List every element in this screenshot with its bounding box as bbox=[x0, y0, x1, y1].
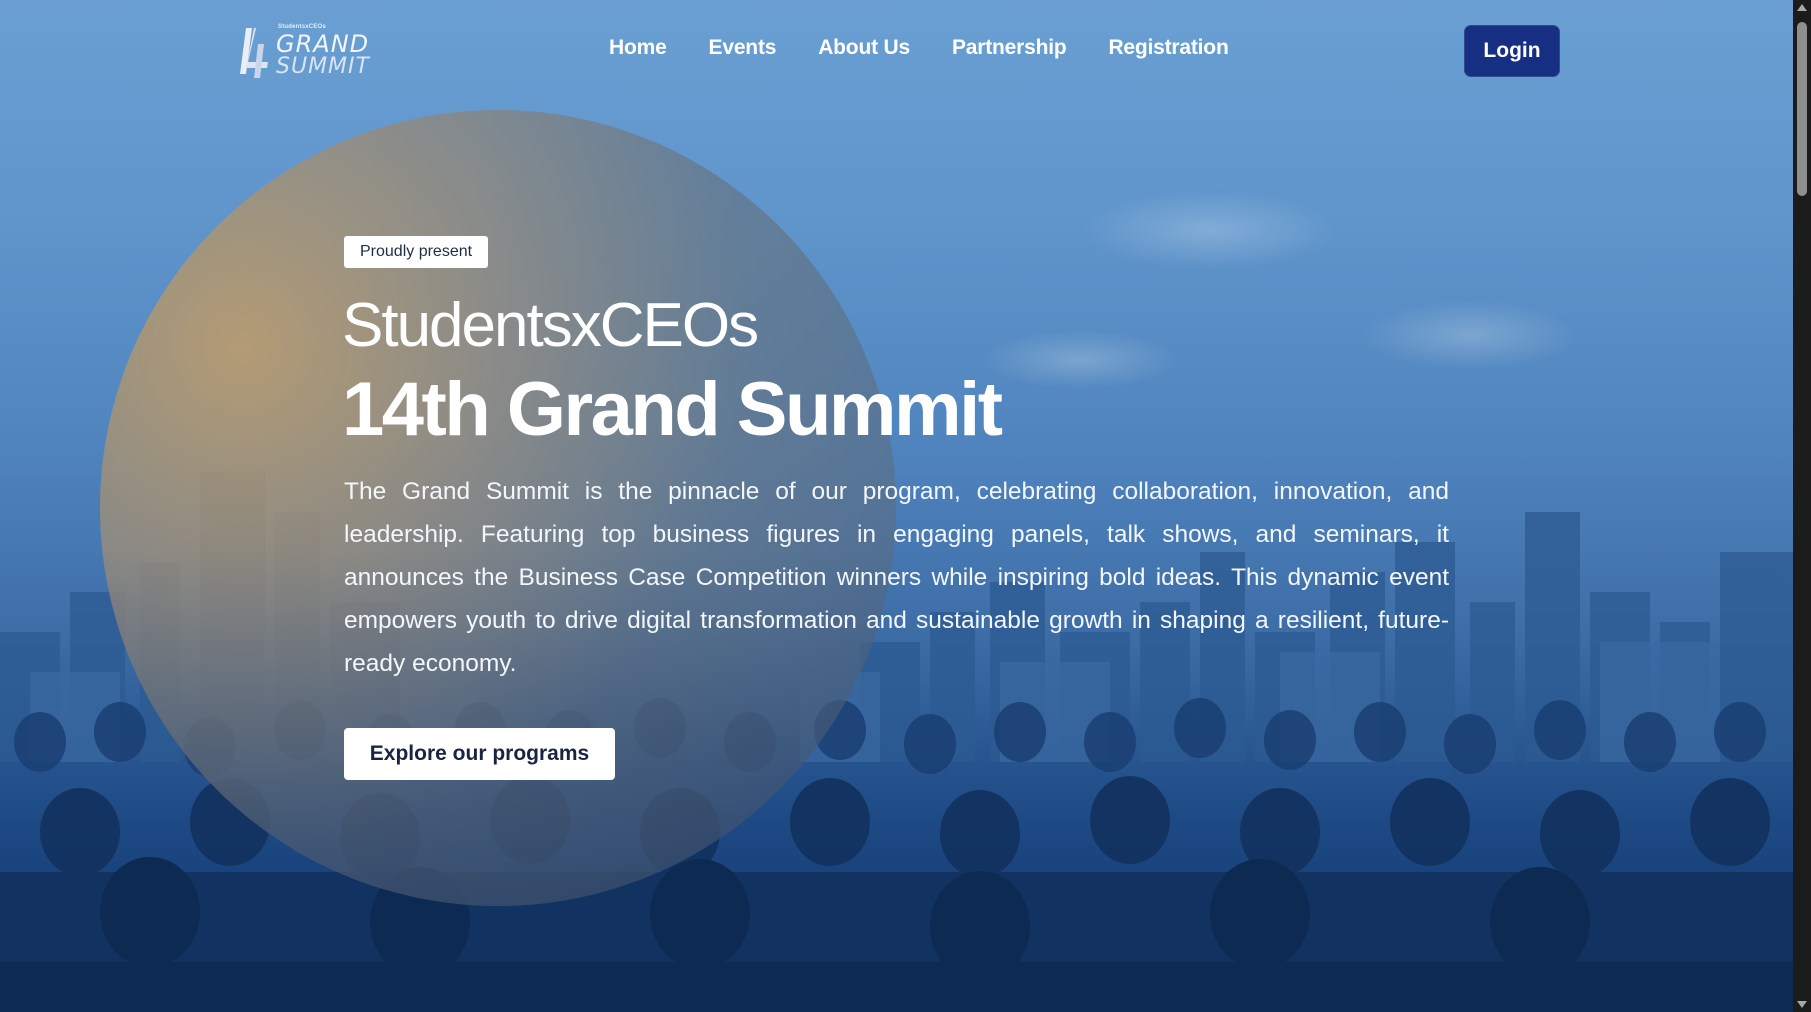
nav-partnership[interactable]: Partnership bbox=[952, 36, 1067, 60]
14-monogram-icon bbox=[240, 28, 268, 78]
nav-home[interactable]: Home bbox=[609, 36, 667, 60]
page-scrollbar[interactable] bbox=[1793, 0, 1811, 1012]
nav-menu: Home Events About Us Partnership Registr… bbox=[609, 36, 1229, 60]
hero-title: 14th Grand Summit bbox=[342, 367, 1003, 452]
nav-registration[interactable]: Registration bbox=[1108, 36, 1228, 60]
scroll-down-arrow-icon[interactable] bbox=[1797, 1001, 1807, 1008]
proudly-present-badge: Proudly present bbox=[344, 236, 489, 268]
cloud bbox=[980, 330, 1180, 390]
scroll-up-arrow-icon[interactable] bbox=[1797, 4, 1807, 11]
logo-word-summit: SUMMIT bbox=[276, 54, 370, 79]
grand-summit-logo[interactable]: StudentsxCEOs GRAND SUMMIT bbox=[232, 22, 382, 82]
cloud bbox=[1360, 300, 1580, 370]
explore-programs-button[interactable]: Explore our programs bbox=[344, 728, 615, 780]
cloud bbox=[1080, 190, 1340, 270]
hero-subtitle: StudentsxCEOs bbox=[342, 291, 759, 360]
nav-about-us[interactable]: About Us bbox=[818, 36, 910, 60]
scroll-thumb[interactable] bbox=[1797, 22, 1807, 196]
top-navbar: StudentsxCEOs GRAND SUMMIT Home Events A… bbox=[0, 0, 1793, 100]
login-button[interactable]: Login bbox=[1464, 25, 1560, 77]
nav-events[interactable]: Events bbox=[709, 36, 777, 60]
hero-description: The Grand Summit is the pinnacle of our … bbox=[344, 478, 1449, 677]
